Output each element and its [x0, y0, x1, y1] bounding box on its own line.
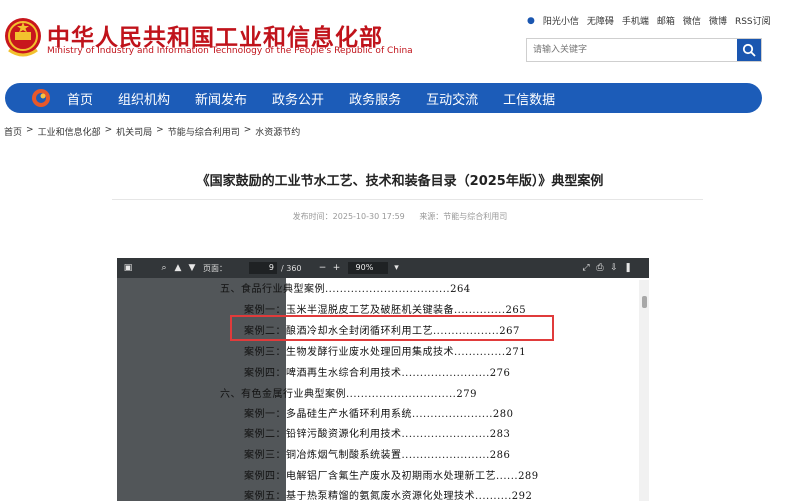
breadcrumb-energy-dept[interactable]: 节能与综合利用司 — [168, 125, 240, 138]
site-subtitle: Ministry of Industry and Information Tec… — [47, 46, 413, 56]
publish-time: 发布时间：2025-10-30 17:59 — [292, 212, 405, 221]
bookmark-icon[interactable]: ❚ — [621, 263, 635, 273]
nav-item-home[interactable]: 首页 — [67, 89, 93, 108]
highlight-box — [230, 315, 554, 341]
breadcrumb-ministry[interactable]: 工业和信息化部 — [38, 125, 101, 138]
nav-item-data[interactable]: 工信数据 — [503, 89, 555, 108]
toc-line: 案例四：电解铝厂含氟生产废水及初期雨水处理新工艺......289 — [244, 471, 539, 482]
zoom-in-icon[interactable]: + — [330, 263, 344, 273]
search-box — [526, 38, 762, 62]
breadcrumb-separator: > — [156, 125, 164, 135]
nav-item-government-affairs[interactable]: 政务公开 — [272, 89, 324, 108]
page-label: 页面： — [203, 263, 227, 273]
top-link-mail[interactable]: 邮箱 — [657, 14, 675, 27]
zoom-select[interactable]: 90% — [347, 262, 388, 274]
search-icon[interactable]: ⌕ — [157, 263, 171, 273]
search-button[interactable] — [737, 39, 761, 61]
top-link-rss[interactable]: RSS订阅 — [735, 14, 771, 27]
toc-line: 案例三：铜冶炼烟气制酸系统装置........................2… — [244, 450, 511, 461]
top-link-sunshine[interactable]: 阳光小信 — [543, 14, 579, 27]
top-link-wechat[interactable]: 微信 — [683, 14, 701, 27]
nav-item-services[interactable]: 政务服务 — [349, 89, 401, 108]
top-link-weibo[interactable]: 微博 — [709, 14, 727, 27]
toc-line: 五、食品行业典型案例..............................… — [220, 284, 471, 295]
chevron-down-icon[interactable]: ▾ — [390, 263, 404, 273]
toc-line: 案例一：多晶硅生产水循环利用系统......................28… — [244, 409, 514, 420]
top-links: ● 阳光小信 无障碍 手机端 邮箱 微信 微博 RSS订阅 — [527, 14, 771, 28]
nav-item-news[interactable]: 新闻发布 — [195, 89, 247, 108]
article-meta: 发布时间：2025-10-30 17:59 来源：节能与综合利用司 — [0, 211, 800, 222]
breadcrumb-separator: > — [104, 125, 113, 135]
article-title: 《国家鼓励的工业节水工艺、技术和装备目录（2025年版）》典型案例 — [196, 174, 604, 189]
top-link-mobile[interactable]: 手机端 — [622, 14, 649, 27]
toc-line: 案例五：基于热泵精馏的氨氮废水资源化处理技术..........292 — [244, 491, 533, 502]
title-divider — [112, 199, 703, 200]
breadcrumb-home[interactable]: 首页 — [4, 125, 22, 138]
breadcrumb-water-saving[interactable]: 水资源节约 — [255, 125, 300, 138]
next-page-icon[interactable]: ▼ — [185, 263, 199, 273]
toc-line: 案例三：生物发酵行业废水处理回用集成技术..............271 — [244, 347, 527, 358]
toc-line: 案例四：啤酒再生水综合利用技术........................2… — [244, 368, 511, 379]
national-emblem-icon[interactable] — [3, 16, 43, 60]
article-source: 来源：节能与综合利用司 — [419, 212, 508, 221]
total-pages: / 360 — [281, 263, 302, 273]
toc-line: 案例二：铅锌污酸资源化利用技术........................2… — [244, 429, 511, 440]
print-icon[interactable]: ⎙ — [593, 263, 607, 273]
pdf-scrollbar[interactable] — [639, 280, 649, 501]
pdf-toolbar: ▣ ⌕ ▲ ▼ 页面： 9 / 360 − + 90% ▾ ⤢ ⎙ ⇩ ❚ — [117, 258, 649, 278]
page-number-input[interactable]: 9 — [249, 262, 277, 274]
zoom-out-icon[interactable]: − — [316, 263, 330, 273]
previous-page-icon[interactable]: ▲ — [171, 263, 185, 273]
nav-item-organization[interactable]: 组织机构 — [118, 89, 170, 108]
toc-line: 案例一：玉米半湿脱皮工艺及破胚机关键装备..............265 — [244, 305, 527, 316]
toc-line: 六、有色金属行业典型案例............................… — [220, 389, 477, 400]
search-icon — [742, 43, 756, 57]
breadcrumb-separator: > — [243, 125, 252, 135]
main-nav: 首页 组织机构 新闻发布 政务公开 政务服务 互动交流 工信数据 — [5, 83, 762, 113]
pdf-scrollbar-thumb[interactable] — [642, 296, 647, 308]
breadcrumb: 首页 > 工业和信息化部 > 机关司局 > 节能与综合利用司 > 水资源节约 — [4, 125, 300, 138]
sidebar-toggle-icon[interactable]: ▣ — [121, 263, 135, 273]
miit-logo-icon[interactable] — [31, 88, 51, 108]
breadcrumb-separator: > — [26, 125, 34, 135]
search-input[interactable] — [527, 39, 737, 61]
nav-item-interaction[interactable]: 互动交流 — [426, 89, 478, 108]
sunshine-icon: ● — [527, 15, 535, 26]
fullscreen-icon[interactable]: ⤢ — [579, 263, 593, 273]
site-header: 中华人民共和国工业和信息化部 Ministry of Industry and … — [0, 0, 800, 80]
download-icon[interactable]: ⇩ — [607, 263, 621, 273]
top-link-accessibility[interactable]: 无障碍 — [587, 14, 614, 27]
breadcrumb-departments[interactable]: 机关司局 — [116, 125, 152, 138]
